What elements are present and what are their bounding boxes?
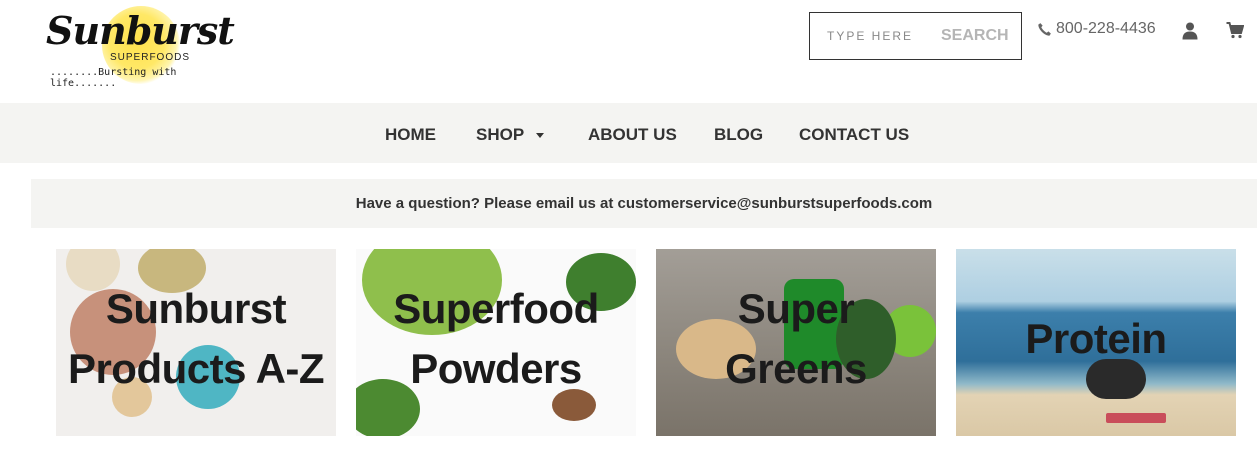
category-title: Sunburst Products A-Z — [56, 249, 336, 436]
user-icon[interactable] — [1182, 22, 1198, 40]
nav-about-us[interactable]: ABOUT US — [588, 103, 677, 163]
nav-home[interactable]: HOME — [385, 103, 436, 163]
logo-subtitle: SUPERFOODS — [110, 52, 191, 63]
phone-number: 800-228-4436 — [1056, 20, 1156, 37]
phone-icon — [1038, 22, 1051, 36]
category-title-line1: Protein — [1025, 314, 1167, 362]
category-title-line1: Sunburst — [105, 284, 287, 332]
nav-contact-us[interactable]: CONTACT US — [799, 103, 909, 163]
phone-link[interactable]: 800-228-4436 — [1037, 20, 1156, 38]
category-title: Super Greens — [656, 249, 936, 436]
category-tile-protein[interactable]: Protein — [956, 249, 1236, 436]
site-logo[interactable]: Sunburst SUPERFOODS ........Bursting wit… — [40, 4, 235, 89]
category-title-line2: Greens — [725, 344, 867, 392]
category-title-line1: Super — [737, 284, 855, 332]
main-nav: HOME SHOP ABOUT US BLOG CONTACT US — [0, 103, 1257, 163]
search-input[interactable]: TYPE HERE — [827, 29, 935, 43]
category-tile-products-a-z[interactable]: Sunburst Products A-Z — [56, 249, 336, 436]
category-title: Protein — [956, 249, 1236, 436]
search-button[interactable]: SEARCH — [941, 27, 1009, 45]
category-title: Superfood Powders — [356, 249, 636, 436]
nav-shop[interactable]: SHOP — [476, 103, 545, 163]
chevron-down-icon — [536, 133, 545, 139]
cart-icon[interactable] — [1226, 22, 1244, 39]
category-title-line2: Products A-Z — [67, 344, 325, 392]
search-box[interactable]: TYPE HERE SEARCH — [809, 12, 1022, 60]
contact-notice: Have a question? Please email us at cust… — [31, 179, 1257, 228]
nav-shop-label: SHOP — [476, 125, 525, 144]
nav-blog[interactable]: BLOG — [714, 103, 763, 163]
category-tile-superfood-powders[interactable]: Superfood Powders — [356, 249, 636, 436]
category-title-line2: Powders — [410, 344, 582, 392]
logo-brand: Sunburst — [46, 8, 235, 53]
logo-tagline: ........Bursting with life....... — [50, 67, 177, 89]
category-title-line1: Superfood — [393, 284, 599, 332]
category-tile-super-greens[interactable]: Super Greens — [656, 249, 936, 436]
